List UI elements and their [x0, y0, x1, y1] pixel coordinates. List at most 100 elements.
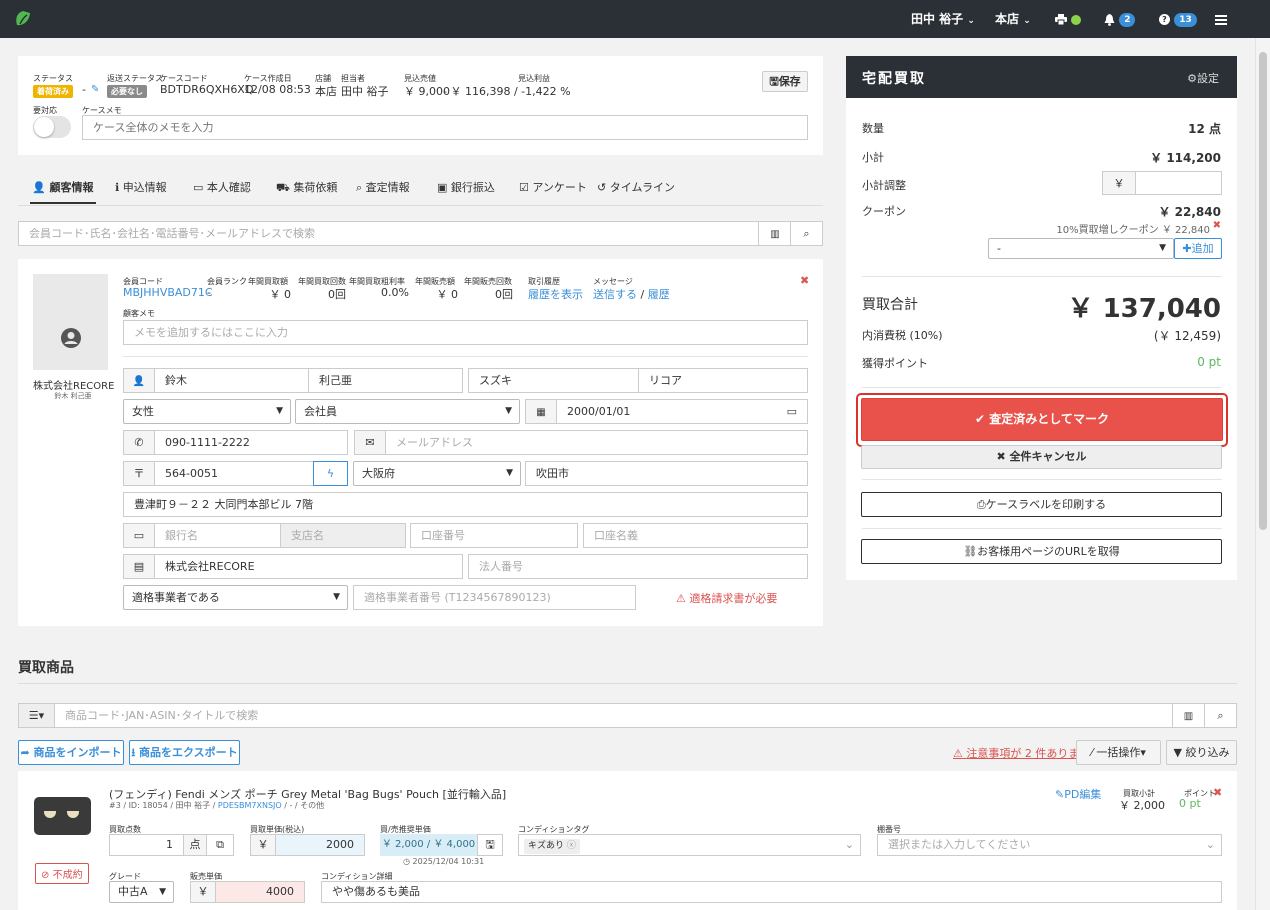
shipping-status-badge[interactable]: 必要なし	[107, 83, 147, 98]
case-memo-input[interactable]	[82, 115, 808, 140]
member-code-link[interactable]: MBJHHVBAD71C	[123, 286, 213, 299]
apply-recommended-button[interactable]: 🖫	[477, 834, 503, 856]
message-history-link[interactable]: 履歴	[648, 288, 670, 301]
settings-button[interactable]: ⚙設定	[1187, 70, 1219, 86]
tab-application-info[interactable]: ℹ 申込情報	[115, 174, 167, 204]
last-name-input[interactable]: 鈴木	[154, 368, 309, 393]
customer-search-input[interactable]: 会員コード･氏名･会社名･電話番号･メールアドレスで検索	[18, 221, 759, 246]
app-logo-icon[interactable]	[14, 10, 32, 28]
first-kana-input[interactable]: リコア	[638, 368, 808, 393]
coupon-label: クーポン	[862, 205, 906, 218]
truck-icon: ⛟	[276, 181, 290, 194]
corporate-number-input[interactable]: 法人番号	[468, 554, 808, 579]
city-input[interactable]: 吹田市	[525, 461, 808, 486]
item-barcode-button[interactable]: ▥	[1172, 703, 1205, 728]
search-options-button[interactable]: ☰▾	[18, 703, 55, 728]
tabs-divider	[18, 205, 823, 206]
account-number-input[interactable]: 口座番号	[410, 523, 578, 548]
gender-select[interactable]: 女性 ▼	[123, 399, 291, 424]
thumbnail-eye	[67, 811, 79, 818]
bank-name-input[interactable]: 銀行名	[154, 523, 281, 548]
import-items-button[interactable]: ➦ 商品をインポート	[18, 740, 124, 765]
bulk-actions-button[interactable]: ⁄ 一括操作▾	[1076, 740, 1161, 765]
scrollbar-thumb[interactable]	[1259, 52, 1267, 530]
tab-customer-info[interactable]: 👤 顧客情報	[30, 174, 96, 204]
condition-detail-input[interactable]: やや傷あるも美品	[321, 881, 1222, 903]
product-code-link[interactable]: PDESBM7XNSJO	[218, 801, 282, 810]
last-kana-input[interactable]: スズキ	[468, 368, 639, 393]
customer-search-button[interactable]: ⌕	[790, 221, 823, 246]
annual-sales-count: 0回	[495, 288, 513, 301]
tab-appraisal-info[interactable]: ⌕ 査定情報	[356, 174, 410, 204]
remove-customer-icon[interactable]: ✖	[800, 274, 809, 287]
barcode-button[interactable]: ▥	[758, 221, 791, 246]
remove-tag-icon[interactable]: ⓧ	[567, 841, 576, 851]
pd-edit-link[interactable]: ✎PD編集	[1055, 786, 1101, 802]
grade-select[interactable]: 中古A ▼	[109, 881, 174, 903]
account-name-input[interactable]: 口座名義	[583, 523, 808, 548]
tab-survey[interactable]: ☑ アンケート	[519, 174, 587, 204]
message-send-link[interactable]: 送信する	[593, 288, 637, 301]
tab-pickup-request[interactable]: ⛟ 集荷依頼	[276, 174, 337, 204]
invoice-status-select[interactable]: 適格事業者である ▼	[123, 585, 348, 610]
copy-icon: ⧉	[216, 838, 224, 851]
phone-input[interactable]: 090-1111-2222	[154, 430, 348, 455]
history-link[interactable]: 履歴を表示	[528, 286, 583, 302]
customer-memo-input[interactable]: メモを追加するにはここに入力	[123, 320, 808, 345]
warnings-link[interactable]: ⚠ 注意事項が 2 件あります	[953, 745, 1090, 761]
filter-button[interactable]: ▼ 絞り込み	[1166, 740, 1237, 765]
date-picker-icon[interactable]: ▭	[787, 400, 797, 423]
page-scrollbar[interactable]	[1255, 38, 1270, 910]
sell-price-input[interactable]: 4000	[215, 881, 305, 903]
company-input[interactable]: 株式会社RECORE	[154, 554, 463, 579]
tab-identity-check[interactable]: ▭ 本人確認	[193, 174, 251, 204]
copy-qty-button[interactable]: ⧉	[206, 834, 234, 856]
status-badge[interactable]: 着荷済み	[33, 83, 73, 98]
item-qty-input[interactable]: 1	[109, 834, 184, 856]
shelf-select[interactable]: 選択または入力してください ⌄	[877, 834, 1222, 856]
print-label-button[interactable]: ⎙ケースラベルを印刷する	[861, 492, 1222, 517]
zip-input[interactable]: 564-0051	[154, 461, 314, 486]
tab-bank-transfer[interactable]: ▣ 銀行振込	[437, 174, 495, 204]
help-button[interactable]: ? 13	[1159, 0, 1197, 38]
hamburger-menu-icon[interactable]	[1215, 0, 1227, 38]
zip-lookup-button[interactable]: ϟ	[313, 461, 348, 486]
item-search-placeholder: 商品コード･JAN･ASIN･タイトルで検索	[65, 709, 259, 722]
attention-toggle[interactable]	[33, 116, 71, 138]
item-thumbnail[interactable]	[34, 797, 91, 835]
not-contracted-button[interactable]: ⊘ 不成約	[35, 863, 89, 884]
pencil-icon[interactable]: ✎	[91, 84, 99, 95]
address-input[interactable]: 豊津町９－２２ 大同門本部ビル 7階	[123, 492, 808, 517]
mark-appraised-button[interactable]: ✔ 査定済みとしてマーク	[861, 398, 1223, 441]
export-items-button[interactable]: ⭳ 商品をエクスポート	[129, 740, 240, 765]
item-points: 0 pt	[1179, 797, 1201, 810]
notifications-button[interactable]: 2	[1104, 0, 1136, 38]
store-menu[interactable]: 本店 ⌄	[995, 0, 1031, 38]
tab-timeline[interactable]: ↺ タイムライン	[597, 174, 675, 204]
item-search-button[interactable]: ⌕	[1204, 703, 1237, 728]
quantity-label: 数量	[862, 122, 884, 135]
remove-coupon-icon[interactable]: ✖	[1213, 220, 1221, 231]
unit-price-input[interactable]: 2000	[275, 834, 365, 856]
invoice-number-input[interactable]: 適格事業者番号 (T1234567890123)	[353, 585, 636, 610]
printer-status[interactable]	[1055, 0, 1082, 38]
coupon-select[interactable]: - ▼	[988, 238, 1174, 259]
prefecture-select[interactable]: 大阪府 ▼	[353, 461, 521, 486]
user-menu[interactable]: 田中 裕子 ⌄	[911, 0, 975, 38]
cancel-all-button[interactable]: ✖ 全件キャンセル	[861, 445, 1222, 469]
history-icon: ↺	[597, 181, 607, 194]
add-coupon-button[interactable]: ✚追加	[1174, 238, 1222, 259]
warning-icon: ⚠	[676, 592, 686, 605]
condition-tag-select[interactable]: キズあり ⓧ ⌄	[518, 834, 861, 856]
first-name-input[interactable]: 利己亜	[308, 368, 463, 393]
birthday-input[interactable]: 2000/01/01 ▭	[556, 399, 808, 424]
email-input[interactable]: メールアドレス	[385, 430, 808, 455]
customer-company: 株式会社RECORE	[33, 381, 115, 392]
save-button[interactable]: 🖫保存	[762, 71, 808, 92]
print-label-text: ケースラベルを印刷する	[985, 498, 1107, 511]
get-customer-url-button[interactable]: ⛓お客様用ページのURLを取得	[861, 539, 1222, 564]
item-search-input[interactable]: 商品コード･JAN･ASIN･タイトルで検索	[54, 703, 1173, 728]
occupation-select[interactable]: 会社員 ▼	[295, 399, 520, 424]
subtotal-adjust-input[interactable]	[1135, 171, 1222, 195]
remove-item-icon[interactable]: ✖	[1213, 786, 1222, 799]
